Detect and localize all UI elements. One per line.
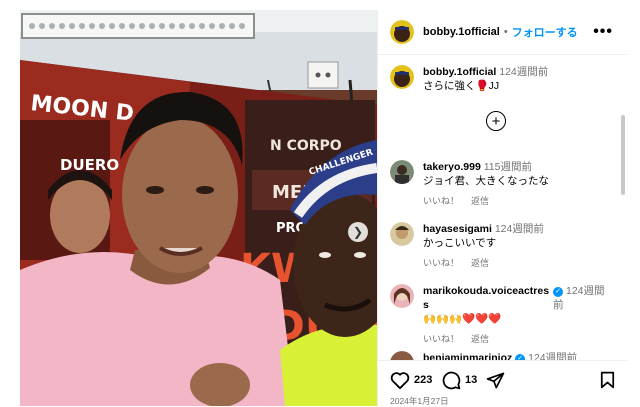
- post-frame: MOON D DUERO N CORPO MENT PROUDL KWO SA …: [20, 10, 627, 406]
- commenter-avatar[interactable]: [390, 222, 414, 246]
- comments-scrollbar[interactable]: [621, 115, 625, 195]
- comment-time[interactable]: 124週間前: [495, 223, 544, 235]
- comment-time-wrap[interactable]: 前: [553, 299, 564, 311]
- comment-item: benjaminmarinioz ✓ 124週間前: [390, 351, 610, 360]
- comment-username-wrap[interactable]: s: [423, 299, 429, 311]
- comment-icon[interactable]: [442, 371, 461, 390]
- author-avatar[interactable]: [390, 65, 414, 89]
- commenter-avatar[interactable]: [390, 284, 414, 308]
- heart-icon[interactable]: [390, 371, 410, 389]
- post-side-panel: bobby.1official • フォローする ••• bobby.1offi…: [377, 10, 627, 406]
- comment-time[interactable]: 115週間前: [484, 161, 532, 173]
- next-image-button[interactable]: ❯: [348, 222, 368, 242]
- comment-username[interactable]: hayasesigami: [423, 223, 492, 235]
- commenter-avatar[interactable]: [390, 351, 414, 360]
- post-header: bobby.1official • フォローする •••: [378, 10, 627, 55]
- more-options-icon[interactable]: •••: [593, 23, 613, 41]
- comment-like-link[interactable]: いいね！: [423, 334, 459, 344]
- bookmark-icon[interactable]: [600, 371, 615, 389]
- caption-time[interactable]: 124週間前: [499, 66, 548, 78]
- comment-username[interactable]: marikokouda.voiceactres: [423, 285, 549, 297]
- commenter-avatar-image: [390, 284, 414, 308]
- commenter-avatar[interactable]: [390, 160, 414, 184]
- comment-like-link[interactable]: いいね！: [423, 196, 459, 206]
- separator-dot: •: [503, 26, 508, 38]
- comment-time[interactable]: 124週間前: [528, 352, 577, 360]
- caption: bobby.1official 124週間前 さらに強く🥊JJ: [390, 65, 610, 93]
- post-actions-bar: 223 13 2024年1月27日: [378, 360, 627, 406]
- comment-item: marikokouda.voiceactres s ✓ 124週間前 🙌🙌🙌❤️❤…: [390, 284, 610, 346]
- comment-username[interactable]: takeryo.999: [423, 161, 481, 173]
- plus-icon: +: [491, 112, 501, 130]
- comment-username[interactable]: benjaminmarinioz: [423, 352, 512, 360]
- author-avatar[interactable]: [390, 20, 414, 44]
- comments-count[interactable]: 13: [465, 374, 477, 386]
- comment-text: かっこいいです: [423, 237, 497, 249]
- selfie-photo: MOON D DUERO N CORPO MENT PROUDL KWO SA …: [20, 10, 377, 406]
- comment-reply-link[interactable]: 返信: [471, 258, 489, 268]
- verified-badge-icon: ✓: [553, 287, 564, 297]
- svg-text:DUERO: DUERO: [60, 156, 119, 174]
- comment-reply-link[interactable]: 返信: [471, 196, 489, 206]
- chevron-right-icon: ❯: [352, 225, 364, 239]
- post-photo[interactable]: MOON D DUERO N CORPO MENT PROUDL KWO SA …: [20, 10, 377, 406]
- post-date[interactable]: 2024年1月27日: [390, 395, 449, 407]
- comment-text: 🙌🙌🙌❤️❤️❤️: [423, 313, 502, 325]
- comment-text: ジョイ君、大きくなったな: [423, 175, 549, 187]
- comments-list[interactable]: bobby.1official 124週間前 さらに強く🥊JJ + takery…: [378, 55, 627, 360]
- comment-item: takeryo.999 115週間前 ジョイ君、大きくなったな いいね！ 返信: [390, 160, 610, 208]
- commenter-avatar-image: [390, 351, 414, 360]
- commenter-avatar-image: [390, 160, 414, 184]
- follow-button[interactable]: フォローする: [512, 24, 578, 40]
- caption-username[interactable]: bobby.1official: [423, 66, 496, 78]
- caption-avatar-image: [390, 65, 414, 89]
- svg-text:N CORPO: N CORPO: [270, 138, 342, 154]
- share-icon[interactable]: [486, 371, 505, 390]
- comment-time[interactable]: 124週間: [566, 285, 605, 297]
- author-avatar-image: [390, 20, 414, 44]
- comment-item: hayasesigami 124週間前 かっこいいです いいね！ 返信: [390, 222, 610, 270]
- caption-text: さらに強く🥊JJ: [423, 80, 500, 92]
- author-username[interactable]: bobby.1official: [423, 26, 500, 38]
- commenter-avatar-image: [390, 222, 414, 246]
- comment-like-link[interactable]: いいね！: [423, 258, 459, 268]
- comment-reply-link[interactable]: 返信: [471, 334, 489, 344]
- likes-count[interactable]: 223: [414, 374, 432, 386]
- load-more-comments-button[interactable]: +: [486, 111, 506, 131]
